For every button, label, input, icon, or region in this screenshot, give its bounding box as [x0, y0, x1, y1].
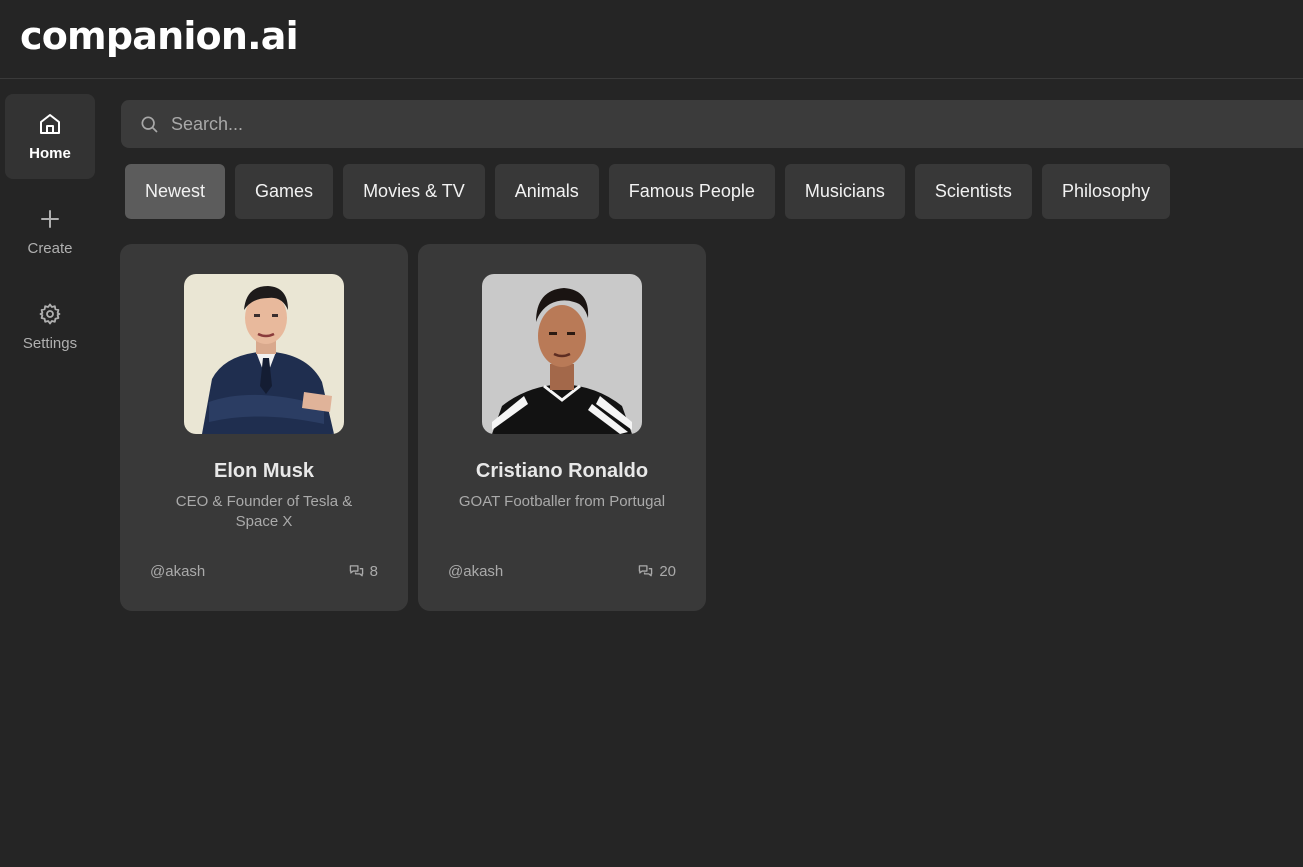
search-icon — [139, 113, 161, 135]
companion-description: CEO & Founder of Tesla & Space X — [175, 493, 353, 530]
companion-author: @akash — [150, 563, 206, 580]
gear-icon — [37, 301, 63, 327]
category-games[interactable]: Games — [235, 164, 334, 219]
category-famous-people[interactable]: Famous People — [608, 164, 775, 219]
chat-count-value: 8 — [369, 563, 378, 580]
elon-portrait-image — [184, 274, 344, 434]
chat-count: 20 — [638, 563, 676, 580]
category-musicians[interactable]: Musicians — [784, 164, 905, 219]
companion-description: GOAT Footballer from Portugal — [458, 493, 666, 510]
app-logo[interactable]: companion.ai — [20, 14, 299, 58]
chat-bubbles-icon — [349, 565, 363, 577]
companion-name: Cristiano Ronaldo — [475, 460, 649, 482]
category-newest[interactable]: Newest — [125, 164, 226, 219]
category-movies-tv[interactable]: Movies & TV — [343, 164, 485, 219]
category-bar: Newest Games Movies & TV Animals Famous … — [125, 164, 1170, 219]
companion-author: @akash — [448, 563, 504, 580]
category-philosophy[interactable]: Philosophy — [1041, 164, 1170, 219]
top-bar: companion.ai — [0, 0, 1303, 79]
companion-avatar — [482, 274, 642, 434]
search-input[interactable] — [171, 113, 1171, 135]
sidebar-item-label: Create — [27, 240, 73, 257]
companion-card[interactable]: Cristiano Ronaldo GOAT Footballer from P… — [418, 244, 706, 611]
home-icon — [37, 111, 63, 137]
companion-name: Elon Musk — [213, 460, 314, 482]
chat-count-value: 20 — [659, 563, 676, 580]
companion-avatar — [184, 274, 344, 434]
category-scientists[interactable]: Scientists — [914, 164, 1032, 219]
ronaldo-portrait-image — [482, 274, 642, 434]
chat-count: 8 — [349, 563, 378, 580]
sidebar: Home Create Settings — [5, 94, 95, 379]
sidebar-item-settings[interactable]: Settings — [5, 284, 95, 369]
chat-bubbles-icon — [639, 565, 653, 577]
search-bar — [121, 100, 1303, 148]
companion-card[interactable]: Elon Musk CEO & Founder of Tesla & Space… — [120, 244, 408, 611]
sidebar-item-home[interactable]: Home — [5, 94, 95, 179]
sidebar-item-label: Home — [29, 145, 71, 162]
category-animals[interactable]: Animals — [494, 164, 599, 219]
sidebar-item-label: Settings — [22, 335, 78, 352]
sidebar-item-create[interactable]: Create — [5, 189, 95, 274]
plus-icon — [37, 206, 63, 232]
companion-grid: Elon Musk CEO & Founder of Tesla & Space… — [120, 244, 706, 611]
